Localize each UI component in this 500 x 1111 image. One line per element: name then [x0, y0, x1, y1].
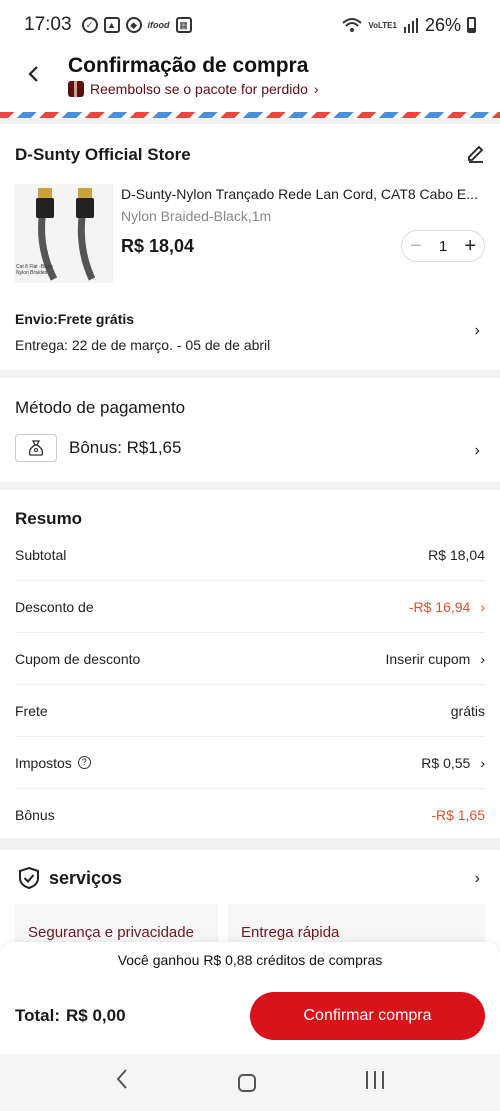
back-button[interactable] [22, 62, 46, 86]
qr-icon: ▦ [175, 17, 192, 33]
summary-row-coupon[interactable]: Cupom de desconto Inserir cupom › [15, 633, 485, 685]
taxes-value: R$ 0,55 [421, 754, 471, 771]
battery-icon [467, 17, 476, 33]
bonus-label: Bônus: R$1,65 [69, 438, 182, 457]
wifi-icon [342, 18, 363, 32]
store-name: D-Sunty Official Store [15, 145, 191, 164]
chevron-right-icon: › [313, 81, 319, 97]
quantity-stepper: − 1 + [401, 230, 485, 262]
chevron-left-icon [28, 66, 38, 82]
checkout-bar: Você ganhou R$ 0,88 créditos de compras … [0, 942, 500, 1054]
battery-percent: 26% [424, 14, 461, 35]
shipping-label: Frete [15, 702, 48, 719]
chevron-left-icon [116, 1069, 127, 1089]
bonus-row-value: -R$ 1,65 [431, 807, 485, 823]
product-price: R$ 18,04 [121, 236, 195, 256]
product-variant[interactable]: Nylon Braided-Black,1m [121, 208, 271, 224]
credits-message: Você ganhou R$ 0,88 créditos de compras [117, 952, 383, 968]
check-circle-icon: ✓ [81, 17, 98, 33]
bonus-row-label: Bônus [15, 807, 55, 823]
store-card: D-Sunty Official Store Cat 8 Flat -Black… [0, 124, 500, 370]
system-nav-bar [0, 1054, 500, 1111]
taxes-value-wrap: R$ 0,55 › [421, 755, 485, 771]
summary-row-discount[interactable]: Desconto de -R$ 16,94 › [15, 581, 485, 633]
total-label: Total: [15, 1006, 61, 1025]
discount-label: Desconto de [15, 598, 94, 615]
discount-value: -R$ 16,94 [408, 598, 471, 615]
status-time: 17:03 [24, 14, 72, 35]
confirm-purchase-button[interactable]: Confirmar compra [250, 992, 485, 1040]
edit-icon[interactable] [466, 144, 486, 164]
bonus-payment-row[interactable]: Bônus: R$1,65 [15, 434, 181, 462]
refund-link[interactable]: Reembolso se o pacote for perdido › [68, 81, 319, 97]
shipping-chevron-icon[interactable]: › [475, 322, 480, 340]
payment-card: Método de pagamento Bônus: R$1,65 › [0, 378, 500, 482]
discount-value-wrap: -R$ 16,94 › [409, 599, 485, 615]
chevron-right-icon: › [480, 598, 485, 615]
summary-row-subtotal: Subtotal R$ 18,04 [15, 529, 485, 581]
network-label: VoLTE1 [368, 20, 397, 30]
services-title: serviços [49, 868, 123, 888]
money-bag-icon [15, 434, 57, 462]
chevron-right-icon: › [480, 650, 485, 667]
payment-title: Método de pagamento [15, 398, 186, 417]
summary-row-taxes[interactable]: Impostos ? R$ 0,55 › [15, 737, 485, 789]
taxes-label-wrap: Impostos ? [15, 755, 91, 771]
recents-icon [366, 1070, 384, 1089]
header: Confirmação de compra Reembolso se o pac… [0, 50, 500, 114]
shipping-value: grátis [450, 702, 485, 719]
quantity-value: 1 [438, 237, 448, 255]
status-icons-right: VoLTE1 26% [342, 15, 476, 36]
image-icon: ▲ [103, 17, 120, 33]
help-icon[interactable]: ? [77, 756, 91, 769]
delivery-date: Entrega: 22 de de março. - 05 de de abri… [15, 337, 271, 353]
summary-card: Resumo Subtotal R$ 18,04 Desconto de -R$… [0, 490, 500, 838]
services-card: serviços › Segurança e privacidade Entre… [0, 850, 500, 950]
signal-icon [403, 18, 418, 33]
subtotal-label: Subtotal [15, 546, 67, 563]
nav-back-button[interactable] [114, 1068, 130, 1097]
nav-home-button[interactable] [238, 1073, 256, 1092]
cable-image: Cat 8 Flat -Black Nylon Braided [16, 188, 96, 281]
page-title: Confirmação de compra [68, 54, 309, 77]
summary-title: Resumo [15, 509, 83, 528]
ifood-icon: ifood [147, 20, 170, 30]
shipping-title: Envio:Frete grátis [15, 311, 135, 327]
decrease-button[interactable]: − [410, 236, 422, 256]
total-value: R$ 0,00 [66, 1006, 126, 1025]
summary-row-shipping: Frete grátis [15, 685, 485, 737]
airmail-divider [0, 112, 500, 118]
refund-text: Reembolso se o pacote for perdido [90, 81, 308, 97]
image-caption-2: Nylon Braided [16, 270, 48, 276]
product-image[interactable]: Cat 8 Flat -Black Nylon Braided [14, 184, 113, 283]
payment-chevron-icon[interactable]: › [475, 442, 480, 460]
coupon-value-wrap: Inserir cupom › [386, 651, 485, 667]
nfc-icon: ◆ [125, 17, 142, 33]
nav-recents-button[interactable] [364, 1069, 386, 1097]
status-icons-left: ✓ ▲ ◆ ifood ▦ [81, 17, 192, 33]
services-chevron-icon[interactable]: › [475, 870, 480, 888]
summary-row-bonus: Bônus -R$ 1,65 [15, 789, 485, 841]
chevron-right-icon: › [480, 754, 485, 771]
pencil-icon [468, 145, 484, 163]
status-bar: 17:03 ✓ ▲ ◆ ifood ▦ VoLTE1 26% [0, 0, 500, 50]
increase-button[interactable]: + [464, 236, 476, 256]
coupon-value: Inserir cupom [385, 650, 471, 667]
subtotal-value: R$ 18,04 [428, 546, 485, 563]
taxes-label: Impostos [15, 754, 72, 771]
shield-check-icon [18, 866, 40, 890]
product-name[interactable]: D-Sunty-Nylon Trançado Rede Lan Cord, CA… [121, 186, 483, 202]
package-icon [68, 81, 84, 97]
coupon-label: Cupom de desconto [15, 650, 141, 667]
